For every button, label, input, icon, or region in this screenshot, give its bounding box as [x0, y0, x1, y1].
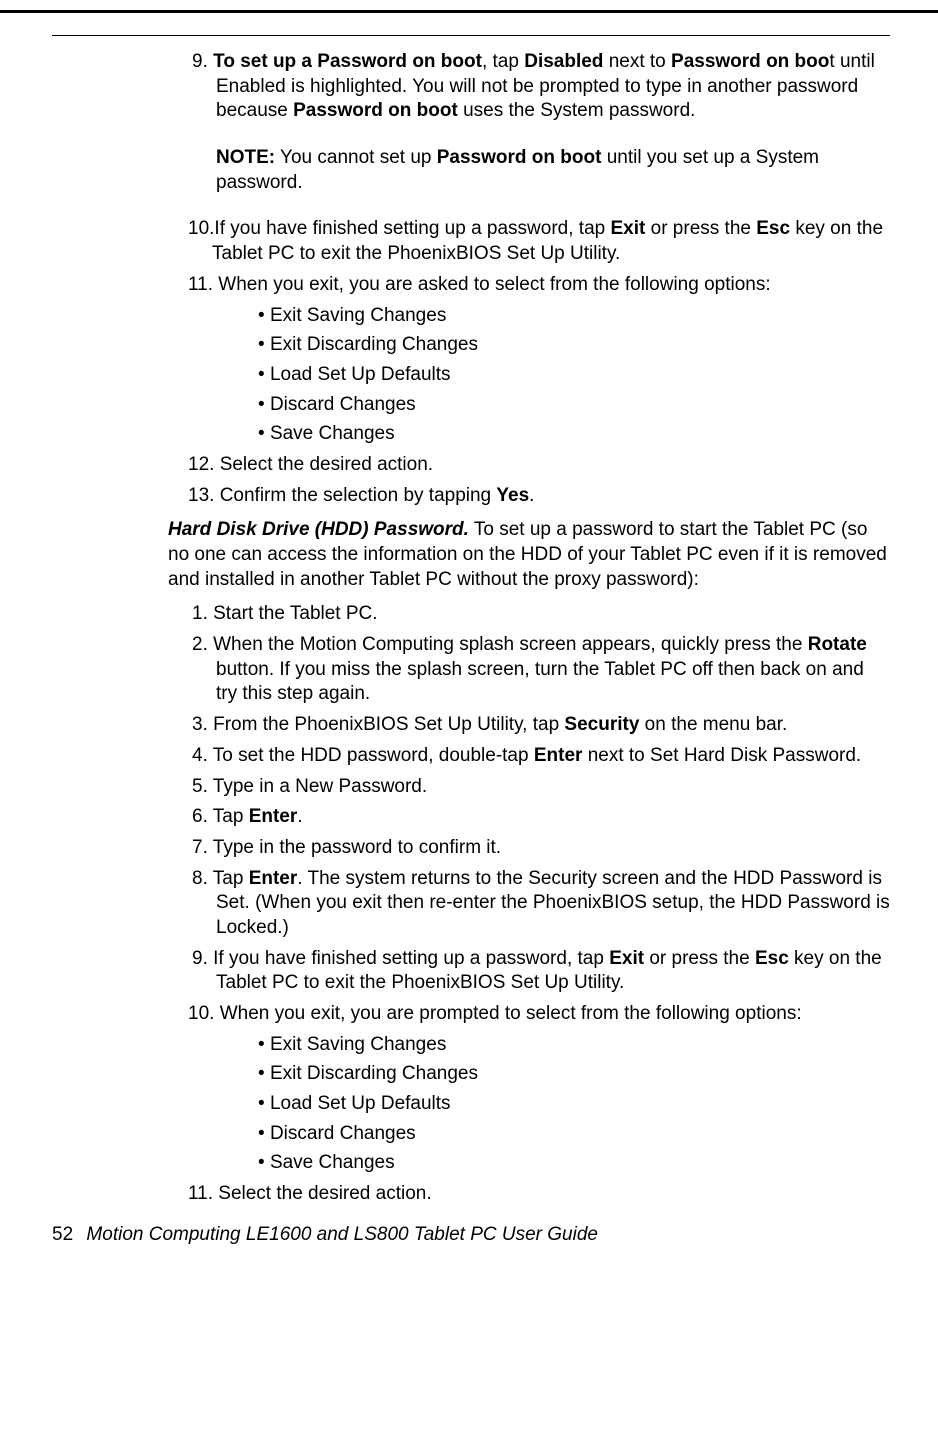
page-number: 52 [52, 1224, 73, 1245]
hdd-step-2: 2. When the Motion Computing splash scre… [192, 633, 890, 707]
hdd-step-5: 5. Type in a New Password. [192, 775, 890, 800]
list-item: Save Changes [258, 422, 890, 447]
hdd-step-8: 8. Tap Enter. The system returns to the … [192, 867, 890, 941]
page-content: 9. To set up a Password on boot, tap Dis… [0, 10, 938, 1268]
list-item: Load Set Up Defaults [258, 363, 890, 388]
list-item: Exit Saving Changes [258, 304, 890, 329]
list-item: Exit Discarding Changes [258, 1062, 890, 1087]
exit-options-list-1: Exit Saving Changes Exit Discarding Chan… [258, 304, 890, 447]
top-rule [52, 35, 890, 36]
page-footer: 52 Motion Computing LE1600 and LS800 Tab… [52, 1223, 890, 1248]
hdd-step-1: 1. Start the Tablet PC. [192, 602, 890, 627]
list-item: Discard Changes [258, 393, 890, 418]
hdd-step-6: 6. Tap Enter. [192, 805, 890, 830]
step-9: 9. To set up a Password on boot, tap Dis… [192, 50, 890, 124]
hdd-step-3: 3. From the PhoenixBIOS Set Up Utility, … [192, 713, 890, 738]
step-10: 10.If you have finished setting up a pas… [188, 217, 890, 266]
list-item: Save Changes [258, 1151, 890, 1176]
step-11: 11. When you exit, you are asked to sele… [188, 273, 890, 298]
exit-options-list-2: Exit Saving Changes Exit Discarding Chan… [258, 1033, 890, 1176]
hdd-step-9: 9. If you have finished setting up a pas… [192, 947, 890, 996]
hdd-step-7: 7. Type in the password to confirm it. [192, 836, 890, 861]
list-item: Exit Discarding Changes [258, 333, 890, 358]
hdd-step-4: 4. To set the HDD password, double-tap E… [192, 744, 890, 769]
footer-title: Motion Computing LE1600 and LS800 Tablet… [86, 1224, 598, 1245]
hdd-step-11: 11. Select the desired action. [188, 1182, 890, 1207]
step-12: 12. Select the desired action. [188, 453, 890, 478]
hdd-step-10: 10. When you exit, you are prompted to s… [188, 1002, 890, 1027]
list-item: Exit Saving Changes [258, 1033, 890, 1058]
list-item: Load Set Up Defaults [258, 1092, 890, 1117]
hdd-section-intro: Hard Disk Drive (HDD) Password. To set u… [168, 518, 890, 592]
step-13: 13. Confirm the selection by tapping Yes… [188, 484, 890, 509]
note-block: NOTE: You cannot set up Password on boot… [216, 146, 890, 195]
list-item: Discard Changes [258, 1122, 890, 1147]
